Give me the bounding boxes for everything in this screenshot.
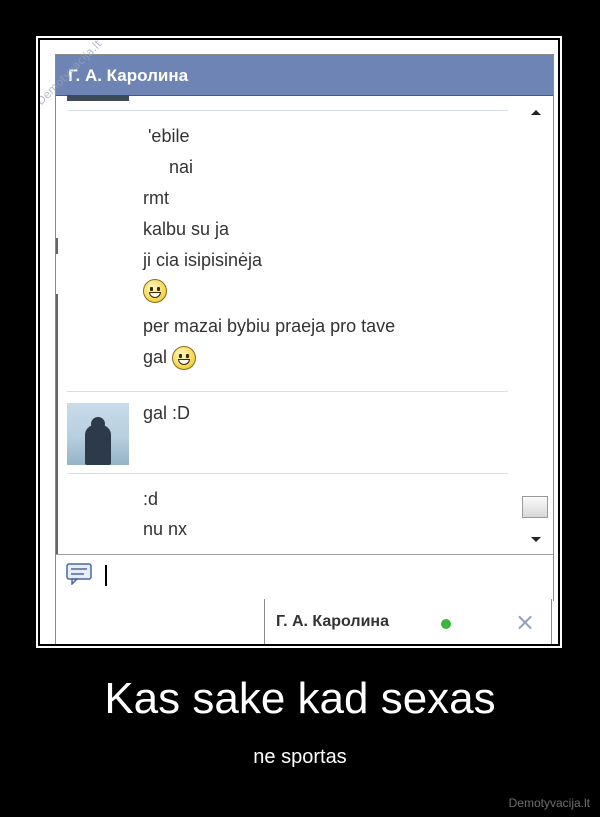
message-divider <box>67 473 508 474</box>
poster-subtitle: ne sportas <box>253 746 347 768</box>
avatar[interactable] <box>67 403 129 465</box>
text-caret <box>105 565 107 586</box>
chat-header-name: Г. А. Каролина <box>68 66 189 85</box>
thread-marker <box>56 294 58 528</box>
message-text: nu nx <box>143 519 188 539</box>
online-status-icon <box>441 619 451 629</box>
poster-title: Kas sake kad sexas <box>104 674 496 723</box>
chat-tab[interactable]: Г. А. Каролина × <box>264 599 552 644</box>
message-text: 'ebile <box>148 126 190 146</box>
message-input[interactable] <box>56 554 553 601</box>
thread-marker <box>56 526 58 554</box>
site-credit[interactable]: Demotyvacija.lt <box>509 796 590 810</box>
smiley-icon <box>143 279 167 304</box>
chat-header[interactable]: Г. А. Каролина <box>56 55 553 96</box>
message-list: 'ebile nai rmt kalbu su ja ji cia isipis… <box>56 96 519 554</box>
message-scrollbar[interactable] <box>519 96 553 554</box>
message-text: nai <box>169 157 194 177</box>
message-text: gal <box>143 347 168 367</box>
close-icon[interactable]: × <box>515 608 535 636</box>
message-text: ji cia isipisinėja <box>143 250 263 270</box>
chat-bubble-icon <box>66 563 92 585</box>
chat-window: Г. А. Каролина 'ebile nai rmt kalbu su j… <box>55 54 554 601</box>
message-divider <box>67 110 508 111</box>
message-text: kalbu su ja <box>143 219 230 239</box>
message-text-with-smiley: gal <box>143 346 197 371</box>
message-text: :d <box>143 489 159 509</box>
screenshot-area: Г. А. Каролина 'ebile nai rmt kalbu su j… <box>40 40 558 644</box>
message-text: rmt <box>143 188 169 208</box>
message-text: per mazai bybiu praeja pro tave <box>143 316 396 336</box>
smiley-icon <box>172 346 197 371</box>
chat-bar-empty <box>55 599 264 644</box>
message-smiley <box>143 279 167 304</box>
scroll-up-icon[interactable] <box>531 110 541 115</box>
scroll-down-icon[interactable] <box>531 537 541 542</box>
scroll-thumb[interactable] <box>522 496 548 518</box>
thread-marker <box>56 238 58 254</box>
chat-tab-name: Г. А. Каролина <box>276 613 389 630</box>
message-divider <box>67 391 508 392</box>
message-text: gal :D <box>143 403 191 423</box>
